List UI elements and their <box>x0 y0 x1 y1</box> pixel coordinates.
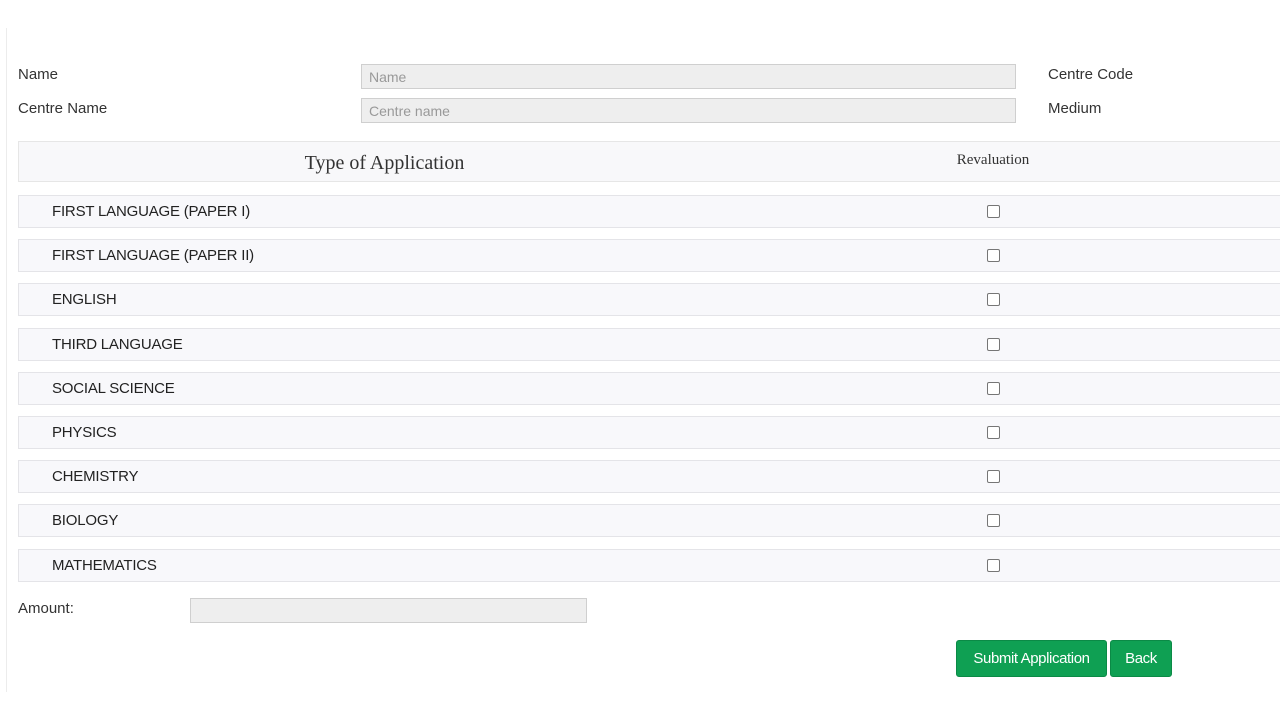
subject-row: THIRD LANGUAGE <box>18 328 1280 361</box>
subject-name: ENGLISH <box>52 291 117 308</box>
subject-row: MATHEMATICS <box>18 549 1280 582</box>
back-button[interactable]: Back <box>1110 640 1172 677</box>
amount-label: Amount: <box>18 600 74 617</box>
revaluation-checkbox[interactable] <box>987 559 1000 572</box>
type-of-application-heading: Type of Application <box>304 152 465 174</box>
name-input[interactable] <box>361 64 1016 89</box>
application-table-header: Type of Application Revaluation <box>18 141 1280 182</box>
subject-row: PHYSICS <box>18 416 1280 449</box>
subject-row: ENGLISH <box>18 283 1280 316</box>
subject-name: PHYSICS <box>52 424 117 441</box>
centre-name-input[interactable] <box>361 98 1016 123</box>
subject-row: SOCIAL SCIENCE <box>18 372 1280 405</box>
revaluation-checkbox[interactable] <box>987 205 1000 218</box>
revaluation-checkbox[interactable] <box>987 470 1000 483</box>
subject-row: FIRST LANGUAGE (PAPER I) <box>18 195 1280 228</box>
page-left-border <box>6 28 7 692</box>
name-label: Name <box>18 66 59 83</box>
revaluation-checkbox[interactable] <box>987 249 1000 262</box>
subject-name: FIRST LANGUAGE (PAPER II) <box>52 247 254 264</box>
revaluation-checkbox[interactable] <box>987 514 1000 527</box>
subject-row: BIOLOGY <box>18 504 1280 537</box>
revaluation-checkbox[interactable] <box>987 338 1000 351</box>
subject-name: THIRD LANGUAGE <box>52 336 183 353</box>
revaluation-checkbox[interactable] <box>987 382 1000 395</box>
subject-name: BIOLOGY <box>52 512 119 529</box>
medium-label: Medium <box>1048 100 1102 117</box>
centre-code-label: Centre Code <box>1048 66 1134 83</box>
revaluation-checkbox[interactable] <box>987 293 1000 306</box>
subject-name: MATHEMATICS <box>52 557 157 574</box>
amount-input[interactable] <box>190 598 587 623</box>
revaluation-checkbox[interactable] <box>987 426 1000 439</box>
subject-name: CHEMISTRY <box>52 468 139 485</box>
centre-name-label: Centre Name <box>18 100 108 117</box>
revaluation-heading: Revaluation <box>956 152 1030 168</box>
subject-row: FIRST LANGUAGE (PAPER II) <box>18 239 1280 272</box>
subject-row: CHEMISTRY <box>18 460 1280 493</box>
submit-application-button[interactable]: Submit Application <box>956 640 1107 677</box>
subject-name: SOCIAL SCIENCE <box>52 380 175 397</box>
subject-name: FIRST LANGUAGE (PAPER I) <box>52 203 251 220</box>
